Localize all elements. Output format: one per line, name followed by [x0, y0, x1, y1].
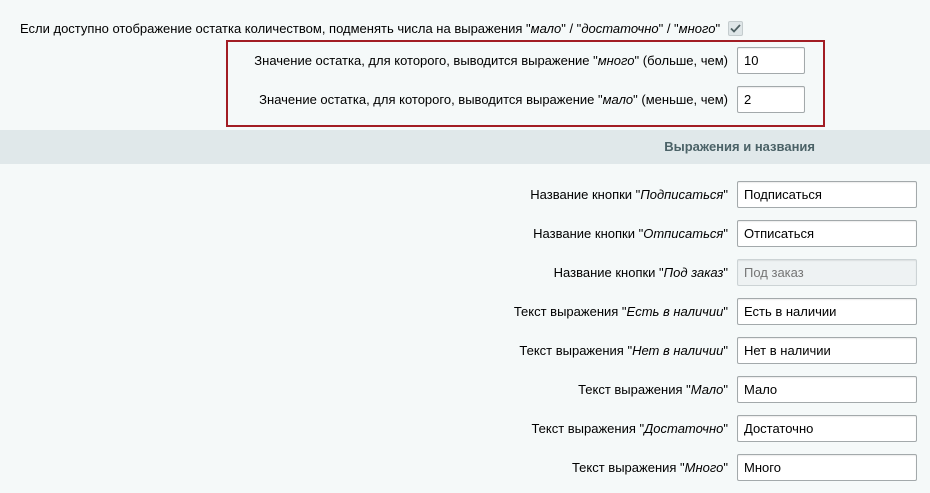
label-emphasis: Подписаться	[640, 187, 724, 202]
label-text: "	[715, 20, 721, 36]
label-text: Название кнопки "	[553, 265, 664, 280]
field-row-many: Текст выражения "Много"	[0, 454, 930, 481]
field-label-out-of-stock: Текст выражения "Нет в наличии"	[519, 337, 728, 364]
label-text: "	[723, 187, 728, 202]
label-emphasis: Отписаться	[643, 226, 724, 241]
field-row-on-order: Название кнопки "Под заказ"	[0, 259, 930, 286]
quantity-expression-checkbox[interactable]	[728, 20, 744, 36]
many-text-input[interactable]	[737, 454, 917, 481]
section-header: Выражения и названия	[0, 130, 930, 164]
label-emphasis: достаточно	[581, 20, 659, 36]
threshold-row-few: Значение остатка, для которого, выводитс…	[0, 86, 930, 113]
label-text: Текст выражения "	[531, 421, 645, 436]
out-of-stock-text-input[interactable]	[737, 337, 917, 364]
label-emphasis: много	[678, 20, 716, 36]
label-emphasis: мало	[530, 20, 562, 36]
label-text: Название кнопки "	[533, 226, 644, 241]
label-text: "	[723, 421, 728, 436]
label-text: "	[723, 382, 728, 397]
field-label-on-order: Название кнопки "Под заказ"	[554, 259, 728, 286]
label-emphasis: Много	[684, 460, 724, 475]
label-text: Текст выражения "	[513, 304, 627, 319]
field-row-unsubscribe: Название кнопки "Отписаться"	[0, 220, 930, 247]
field-row-enough: Текст выражения "Достаточно"	[0, 415, 930, 442]
field-label-few: Текст выражения "Мало"	[578, 376, 728, 403]
label-emphasis: Под заказ	[663, 265, 724, 280]
field-label-unsubscribe: Название кнопки "Отписаться"	[533, 220, 728, 247]
field-row-in-stock: Текст выражения "Есть в наличии"	[0, 298, 930, 325]
unsubscribe-button-name-input[interactable]	[737, 220, 917, 247]
in-stock-text-input[interactable]	[737, 298, 917, 325]
label-emphasis: Мало	[690, 382, 724, 397]
label-text: "	[723, 226, 728, 241]
threshold-many-input[interactable]	[737, 47, 805, 74]
quantity-expression-option: Если доступно отображение остатка количе…	[20, 18, 744, 38]
few-text-input[interactable]	[737, 376, 917, 403]
label-text: Название кнопки "	[530, 187, 641, 202]
on-order-button-name-input[interactable]	[737, 259, 917, 286]
label-text: " / "	[561, 20, 582, 36]
threshold-few-input[interactable]	[737, 86, 805, 113]
label-text: Если доступно отображение остатка количе…	[20, 20, 531, 36]
threshold-row-many: Значение остатка, для которого, выводитс…	[0, 47, 930, 74]
field-label-many: Текст выражения "Много"	[572, 454, 728, 481]
label-emphasis: Нет в наличии	[632, 343, 724, 358]
label-text: Текст выражения "	[571, 460, 685, 475]
subscribe-button-name-input[interactable]	[737, 181, 917, 208]
threshold-label-few: Значение остатка, для которого, выводитс…	[259, 86, 728, 113]
field-label-subscribe: Название кнопки "Подписаться"	[530, 181, 728, 208]
label-text: Значение остатка, для которого, выводитс…	[259, 92, 603, 107]
quantity-expression-label: Если доступно отображение остатка количе…	[20, 21, 720, 36]
label-text: " (больше, чем)	[634, 53, 728, 68]
label-emphasis: Достаточно	[644, 421, 724, 436]
field-row-out-of-stock: Текст выражения "Нет в наличии"	[0, 337, 930, 364]
checkmark-icon	[730, 23, 741, 33]
label-emphasis: мало	[602, 92, 634, 107]
field-row-subscribe: Название кнопки "Подписаться"	[0, 181, 930, 208]
label-text: " (меньше, чем)	[633, 92, 728, 107]
label-text: Текст выражения "	[578, 382, 691, 397]
label-text: " / "	[658, 20, 679, 36]
enough-text-input[interactable]	[737, 415, 917, 442]
label-text: "	[723, 304, 728, 319]
field-row-few: Текст выражения "Мало"	[0, 376, 930, 403]
label-text: "	[723, 265, 728, 280]
label-text: Текст выражения "	[519, 343, 633, 358]
label-text: Значение остатка, для которого, выводитс…	[254, 53, 598, 68]
label-text: "	[723, 460, 728, 475]
label-emphasis: Есть в наличии	[626, 304, 724, 319]
threshold-label-many: Значение остатка, для которого, выводитс…	[254, 47, 728, 74]
label-text: "	[723, 343, 728, 358]
section-title: Выражения и названия	[664, 139, 815, 154]
field-label-enough: Текст выражения "Достаточно"	[531, 415, 728, 442]
label-emphasis: много	[597, 53, 635, 68]
field-label-in-stock: Текст выражения "Есть в наличии"	[514, 298, 728, 325]
